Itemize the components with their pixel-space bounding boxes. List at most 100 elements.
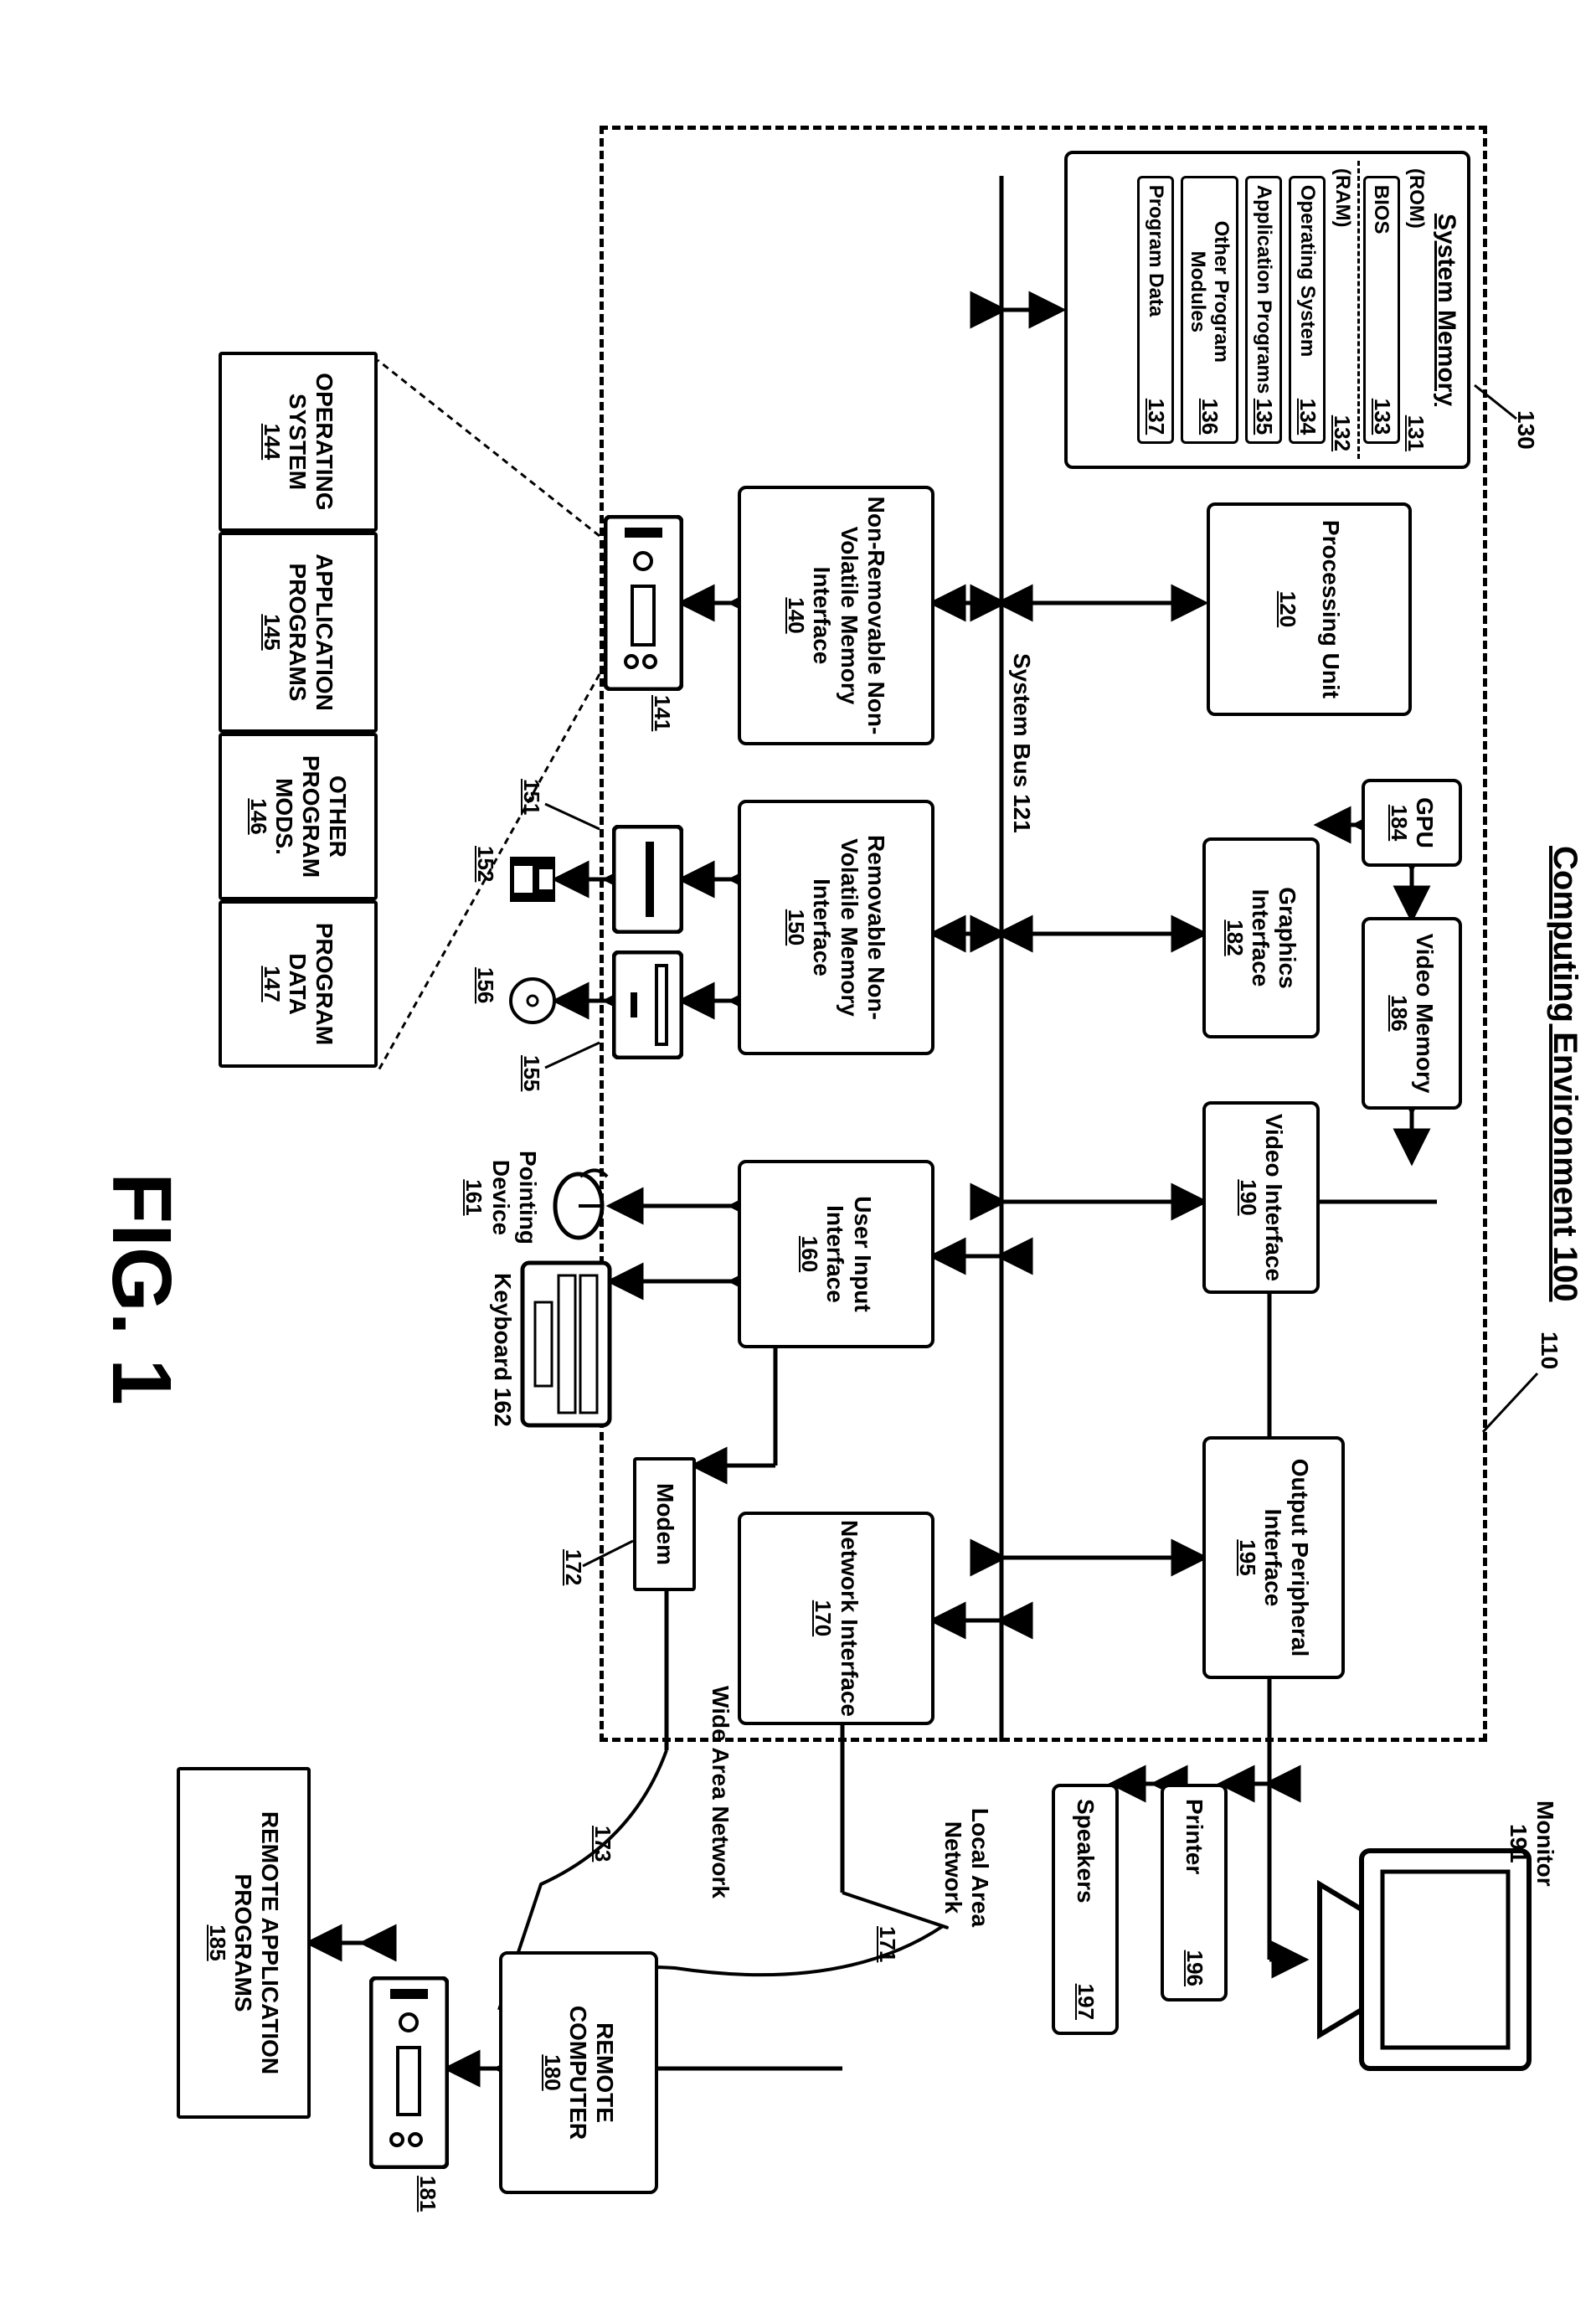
nrm-interface-block: Non-Removable Non-Volatile Memory Interf…: [738, 486, 934, 745]
bottom-app-num: 145: [259, 614, 284, 650]
sysmem-title: System Memory: [1432, 214, 1461, 406]
opi-label: Output Peripheral Interface: [1259, 1445, 1313, 1671]
system-bus-label: System Bus 121: [1008, 653, 1035, 833]
bottom-mods-label: OTHER PROGRAM MODS.: [270, 741, 352, 892]
keyboard-icon: [516, 1260, 612, 1428]
nrmi-num: 140: [783, 597, 808, 633]
drive1-num: 151: [518, 779, 545, 815]
vmem-label: Video Memory: [1411, 934, 1438, 1094]
rom-label: (ROM): [1403, 168, 1429, 229]
bottom-os-block: OPERATING SYSTEM144: [219, 352, 378, 532]
bottom-app-block: APPLICATION PROGRAMS145: [219, 532, 378, 733]
mouse-icon: [545, 1168, 612, 1248]
uii-label: User Input Interface: [821, 1168, 875, 1340]
floppy-drive-icon: [608, 825, 683, 934]
vint-label: Video Interface: [1260, 1114, 1287, 1281]
ni-label: Network Interface: [835, 1520, 862, 1717]
remote-computer-block: REMOTE COMPUTER 180: [499, 1951, 658, 2194]
sysmem-lead-130: 130: [1512, 410, 1539, 450]
gpu-block: GPU 184: [1362, 779, 1462, 867]
output-peripheral-interface-block: Output Peripheral Interface 195: [1202, 1436, 1345, 1679]
proc-label: Processing Unit: [1316, 520, 1343, 698]
lan-num: 171: [874, 1926, 901, 1962]
bottom-os-label: OPERATING SYSTEM: [284, 360, 337, 523]
rap-num: 185: [204, 1924, 229, 1960]
mods-num: 136: [1197, 399, 1223, 435]
remote-app-programs-block: REMOTE APPLICATION PROGRAMS 185: [177, 1767, 311, 2119]
mods-label: Other Program Modules: [1187, 185, 1233, 399]
opi-num: 195: [1234, 1539, 1259, 1575]
wan-label: Wide Area Network: [707, 1675, 734, 1909]
video-interface-block: Video Interface 190: [1202, 1101, 1320, 1294]
gpu-label: GPU: [1411, 797, 1438, 848]
system-memory-block: System Memory (ROM)131 BIOS133 (RAM)132 …: [1064, 151, 1470, 469]
processing-unit-block: Processing Unit 120: [1207, 502, 1412, 716]
bottom-data-num: 147: [259, 966, 284, 1002]
hd-num-141: 141: [649, 695, 675, 731]
data-label: Program Data: [1144, 185, 1167, 317]
gint-label: Graphics Interface: [1247, 846, 1300, 1030]
printer-num: 196: [1182, 1950, 1207, 1986]
rm-interface-block: Removable Non-Volatile Memory Interface …: [738, 800, 934, 1055]
vint-num: 190: [1235, 1179, 1260, 1215]
remote-num: 180: [539, 2054, 564, 2090]
video-memory-block: Video Memory 186: [1362, 917, 1462, 1110]
ram-label: (RAM): [1329, 168, 1354, 228]
gint-num: 182: [1222, 920, 1247, 956]
diagram-title: Computing Environment 100: [1546, 846, 1583, 1302]
modem-num: 172: [560, 1549, 587, 1585]
bios-num: 133: [1369, 399, 1394, 435]
proc-num: 120: [1274, 591, 1300, 627]
figure-label: FIG. 1: [93, 1172, 189, 1405]
remote-device-icon: [365, 1976, 449, 2169]
env-lead-110: 110: [1536, 1332, 1563, 1369]
keyboard-label: Keyboard 162: [489, 1273, 516, 1427]
cd-media-icon: [503, 976, 558, 1026]
drive2-num: 155: [518, 1055, 545, 1091]
bottom-mods-num: 146: [245, 798, 270, 834]
bottom-os-num: 144: [259, 424, 284, 460]
os-num: 134: [1295, 399, 1320, 435]
printer-block: Printer 196: [1161, 1784, 1228, 2001]
harddisk-icon: [600, 515, 683, 691]
os-label: Operating System: [1295, 185, 1319, 357]
pointing-device-label: Pointing Device161: [461, 1122, 541, 1273]
ni-num: 170: [810, 1600, 835, 1636]
monitor-label: Monitor 191: [1505, 1801, 1558, 1887]
cd-num-156: 156: [472, 967, 499, 1003]
speakers-label: Speakers: [1072, 1799, 1099, 1904]
printer-label: Printer: [1181, 1799, 1207, 1874]
modem-block: Modem: [633, 1457, 696, 1591]
app-label: Application Programs: [1252, 185, 1275, 394]
monitor-icon: [1303, 1842, 1537, 2077]
speakers-block: Speakers 197: [1052, 1784, 1119, 2035]
user-input-interface-block: User Input Interface 160: [738, 1160, 934, 1348]
remote-device-num: 181: [414, 2176, 440, 2212]
rom-num: 131: [1403, 415, 1429, 451]
app-num: 135: [1251, 399, 1276, 435]
bottom-mods-block: OTHER PROGRAM MODS.146: [219, 733, 378, 900]
rap-label: REMOTE APPLICATION PROGRAMS: [229, 1775, 283, 2110]
bios-label: BIOS: [1370, 185, 1393, 234]
graphics-interface-block: Graphics Interface 182: [1202, 837, 1320, 1038]
bottom-app-label: APPLICATION PROGRAMS: [284, 540, 337, 724]
modem-label: Modem: [651, 1483, 677, 1565]
gpu-num: 184: [1386, 805, 1411, 841]
bottom-data-label: PROGRAM DATA: [284, 909, 337, 1059]
remote-label: REMOTE COMPUTER: [564, 1960, 618, 2186]
ram-num: 132: [1329, 415, 1354, 451]
speakers-num: 197: [1073, 1984, 1098, 2020]
cd-drive-icon: [608, 951, 683, 1059]
uii-num: 160: [796, 1236, 821, 1272]
wan-num: 173: [589, 1826, 616, 1862]
nrmi-label: Non-Removable Non-Volatile Memory Interf…: [808, 494, 889, 737]
rmi-label: Removable Non-Volatile Memory Interface: [808, 808, 889, 1047]
data-num: 137: [1143, 399, 1168, 435]
floppy-num-152: 152: [472, 846, 499, 882]
floppy-media-icon: [503, 854, 558, 904]
rmi-num: 150: [783, 909, 808, 945]
lan-label: Local Area Network: [940, 1784, 993, 1951]
bottom-data-block: PROGRAM DATA147: [219, 900, 378, 1068]
network-interface-block: Network Interface 170: [738, 1512, 934, 1725]
vmem-num: 186: [1386, 995, 1411, 1031]
